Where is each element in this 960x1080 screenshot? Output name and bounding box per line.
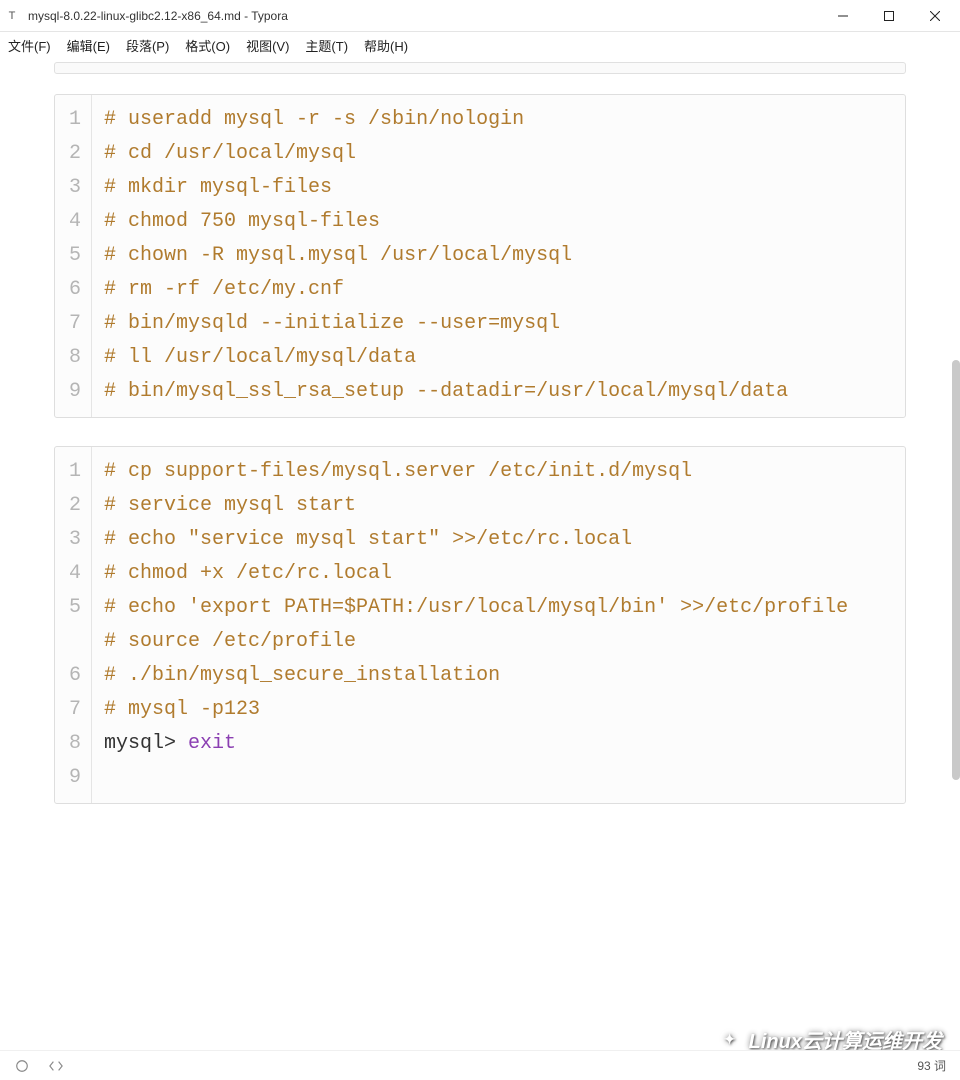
code-line[interactable]: # mysql -p123 <box>104 693 891 727</box>
code-line[interactable]: # bin/mysql_ssl_rsa_setup --datadir=/usr… <box>104 375 891 409</box>
code-lines[interactable]: # cp support-files/mysql.server /etc/ini… <box>92 447 905 803</box>
code-line[interactable]: # service mysql start <box>104 489 891 523</box>
code-line[interactable]: # cd /usr/local/mysql <box>104 137 891 171</box>
code-line[interactable]: # echo "service mysql start" >>/etc/rc.l… <box>104 523 891 557</box>
code-line[interactable]: # chmod +x /etc/rc.local <box>104 557 891 591</box>
line-gutter: 12345 6789 <box>55 447 92 803</box>
menu-help[interactable]: 帮助(H) <box>364 36 408 55</box>
statusbar: 93 词 <box>0 1050 960 1080</box>
window-controls <box>820 0 958 32</box>
menu-theme[interactable]: 主题(T) <box>305 36 348 55</box>
window-title: mysql-8.0.22-linux-glibc2.12-x86_64.md -… <box>28 9 820 23</box>
app-icon: T <box>2 6 22 26</box>
menu-paragraph[interactable]: 段落(P) <box>126 36 169 55</box>
collapsed-block[interactable] <box>54 62 906 74</box>
close-button[interactable] <box>912 0 958 32</box>
code-line[interactable]: # cp support-files/mysql.server /etc/ini… <box>104 455 891 489</box>
code-line[interactable]: # echo 'export PATH=$PATH:/usr/local/mys… <box>104 591 891 625</box>
scrollbar-thumb[interactable] <box>952 360 960 780</box>
menu-view[interactable]: 视图(V) <box>246 36 289 55</box>
menubar: 文件(F) 编辑(E) 段落(P) 格式(O) 视图(V) 主题(T) 帮助(H… <box>0 32 960 58</box>
code-lines[interactable]: # useradd mysql -r -s /sbin/nologin# cd … <box>92 95 905 417</box>
source-mode-icon[interactable] <box>48 1058 64 1074</box>
menu-edit[interactable]: 编辑(E) <box>67 36 110 55</box>
code-line[interactable]: # source /etc/profile <box>104 625 891 659</box>
maximize-button[interactable] <box>866 0 912 32</box>
menu-file[interactable]: 文件(F) <box>8 36 51 55</box>
sidebar-toggle-icon[interactable] <box>14 1058 30 1074</box>
titlebar: T mysql-8.0.22-linux-glibc2.12-x86_64.md… <box>0 0 960 32</box>
menu-format[interactable]: 格式(O) <box>185 36 230 55</box>
word-count[interactable]: 93 词 <box>917 1057 946 1074</box>
code-line[interactable]: # ./bin/mysql_secure_installation <box>104 659 891 693</box>
code-line[interactable]: # ll /usr/local/mysql/data <box>104 341 891 375</box>
code-line[interactable]: # chown -R mysql.mysql /usr/local/mysql <box>104 239 891 273</box>
code-line[interactable]: # useradd mysql -r -s /sbin/nologin <box>104 103 891 137</box>
code-line[interactable]: # bin/mysqld --initialize --user=mysql <box>104 307 891 341</box>
editor-content[interactable]: 123456789 # useradd mysql -r -s /sbin/no… <box>0 58 960 1050</box>
code-line[interactable]: # mkdir mysql-files <box>104 171 891 205</box>
code-line[interactable]: mysql> exit <box>104 727 891 761</box>
code-block-2[interactable]: 12345 6789 # cp support-files/mysql.serv… <box>54 446 906 804</box>
minimize-button[interactable] <box>820 0 866 32</box>
line-gutter: 123456789 <box>55 95 92 417</box>
code-line[interactable]: # chmod 750 mysql-files <box>104 205 891 239</box>
code-block-1[interactable]: 123456789 # useradd mysql -r -s /sbin/no… <box>54 94 906 418</box>
code-line[interactable]: # rm -rf /etc/my.cnf <box>104 273 891 307</box>
